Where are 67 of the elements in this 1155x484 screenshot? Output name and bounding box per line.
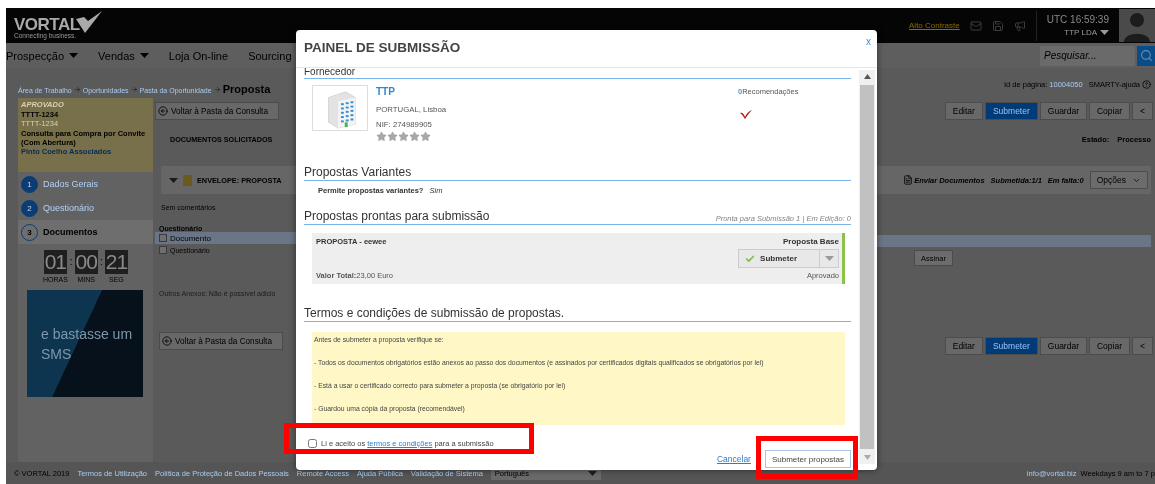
options-button[interactable]: Opções: [1089, 171, 1148, 189]
menu-item[interactable]: Loja On-line: [168, 49, 241, 62]
caret-icon: [169, 177, 178, 183]
step-item[interactable]: 2 Questionário: [18, 196, 153, 220]
arrow-icon: [213, 86, 221, 93]
check-icon: [740, 110, 752, 119]
back-button[interactable]: Voltar à Pasta da Consulta: [159, 332, 283, 350]
action-button[interactable]: Copiar: [1089, 337, 1131, 355]
checkbox[interactable]: [159, 246, 167, 254]
timer-separator: :: [99, 255, 103, 269]
avatar-icon[interactable]: [1119, 9, 1155, 42]
section-heading: Propostas Variantes: [304, 165, 412, 179]
back-button[interactable]: Voltar à Pasta da Consulta: [155, 102, 279, 120]
arrow-icon: [73, 86, 81, 93]
timer-digits: 01: [43, 250, 68, 274]
submit-proposals-button[interactable]: Submeter propostas: [764, 450, 851, 468]
page-title: Proposta: [222, 83, 271, 95]
close-button[interactable]: x: [866, 36, 871, 47]
scroll-up-icon[interactable]: [863, 74, 871, 79]
action-button[interactable]: Editar: [944, 337, 983, 355]
user-menu[interactable]: TTP LDA: [1064, 28, 1109, 37]
accept-checkbox[interactable]: [308, 439, 317, 448]
action-button[interactable]: Guardar: [1039, 102, 1087, 120]
high-contrast-link[interactable]: Alto Contraste: [909, 21, 960, 30]
help-icon: [1142, 80, 1151, 89]
step-item[interactable]: 3 Documentos: [18, 220, 153, 244]
save-icon[interactable]: [991, 19, 1004, 32]
caret-icon: [824, 256, 834, 261]
caret-icon: [1100, 30, 1109, 35]
search-button[interactable]: [1137, 45, 1155, 66]
ad-banner[interactable]: e bastasse um SMS: [27, 290, 143, 397]
action-button[interactable]: Guardar: [1039, 337, 1087, 355]
document-row[interactable]: Documento: [155, 232, 296, 244]
timer-separator: :: [69, 255, 73, 269]
clock-text: UTC 16:59:39: [1046, 14, 1109, 25]
arrow-icon: [130, 86, 138, 93]
cancel-link[interactable]: Cancelar: [716, 454, 751, 464]
logo-text: VORTAL: [14, 16, 80, 34]
menu-item[interactable]: Prospecção: [6, 49, 91, 62]
section-heading: Fornecedor: [304, 67, 356, 77]
folder-icon: [183, 174, 192, 186]
dialog-title: PAINEL DE SUBMISSÃO: [304, 40, 461, 55]
action-button[interactable]: Submeter: [984, 102, 1038, 120]
supplier-name[interactable]: TTP: [376, 86, 395, 97]
scroll-down-icon[interactable]: [863, 455, 871, 460]
section-heading: Propostas prontas para submissão: [304, 209, 490, 223]
mail-icon[interactable]: [969, 19, 982, 32]
action-button[interactable]: Submeter: [984, 337, 1038, 355]
step-item[interactable]: 1 Dados Gerais: [18, 172, 153, 196]
timer-digits: 21: [104, 250, 129, 274]
proposal-type: Proposta Base: [782, 237, 839, 246]
action-button[interactable]: <: [1132, 102, 1153, 120]
building-icon: [312, 85, 368, 131]
submit-button[interactable]: Submeter: [739, 250, 820, 267]
document-icon: [903, 175, 914, 185]
checkbox[interactable]: [159, 234, 167, 242]
search-field[interactable]: Pesquisar...: [1040, 45, 1135, 66]
menu-item[interactable]: Vendas: [98, 49, 161, 62]
action-button[interactable]: Copiar: [1089, 102, 1131, 120]
section-heading: Termos e condições de submissão de propostas.: [304, 306, 565, 320]
timer-digits: 00: [74, 250, 98, 274]
check-icon: [745, 253, 756, 264]
megaphone-icon[interactable]: [1013, 19, 1026, 32]
action-button[interactable]: Editar: [944, 102, 983, 120]
search-icon: [1139, 49, 1153, 62]
action-button[interactable]: <: [1132, 337, 1153, 355]
scrollbar[interactable]: [859, 70, 875, 464]
